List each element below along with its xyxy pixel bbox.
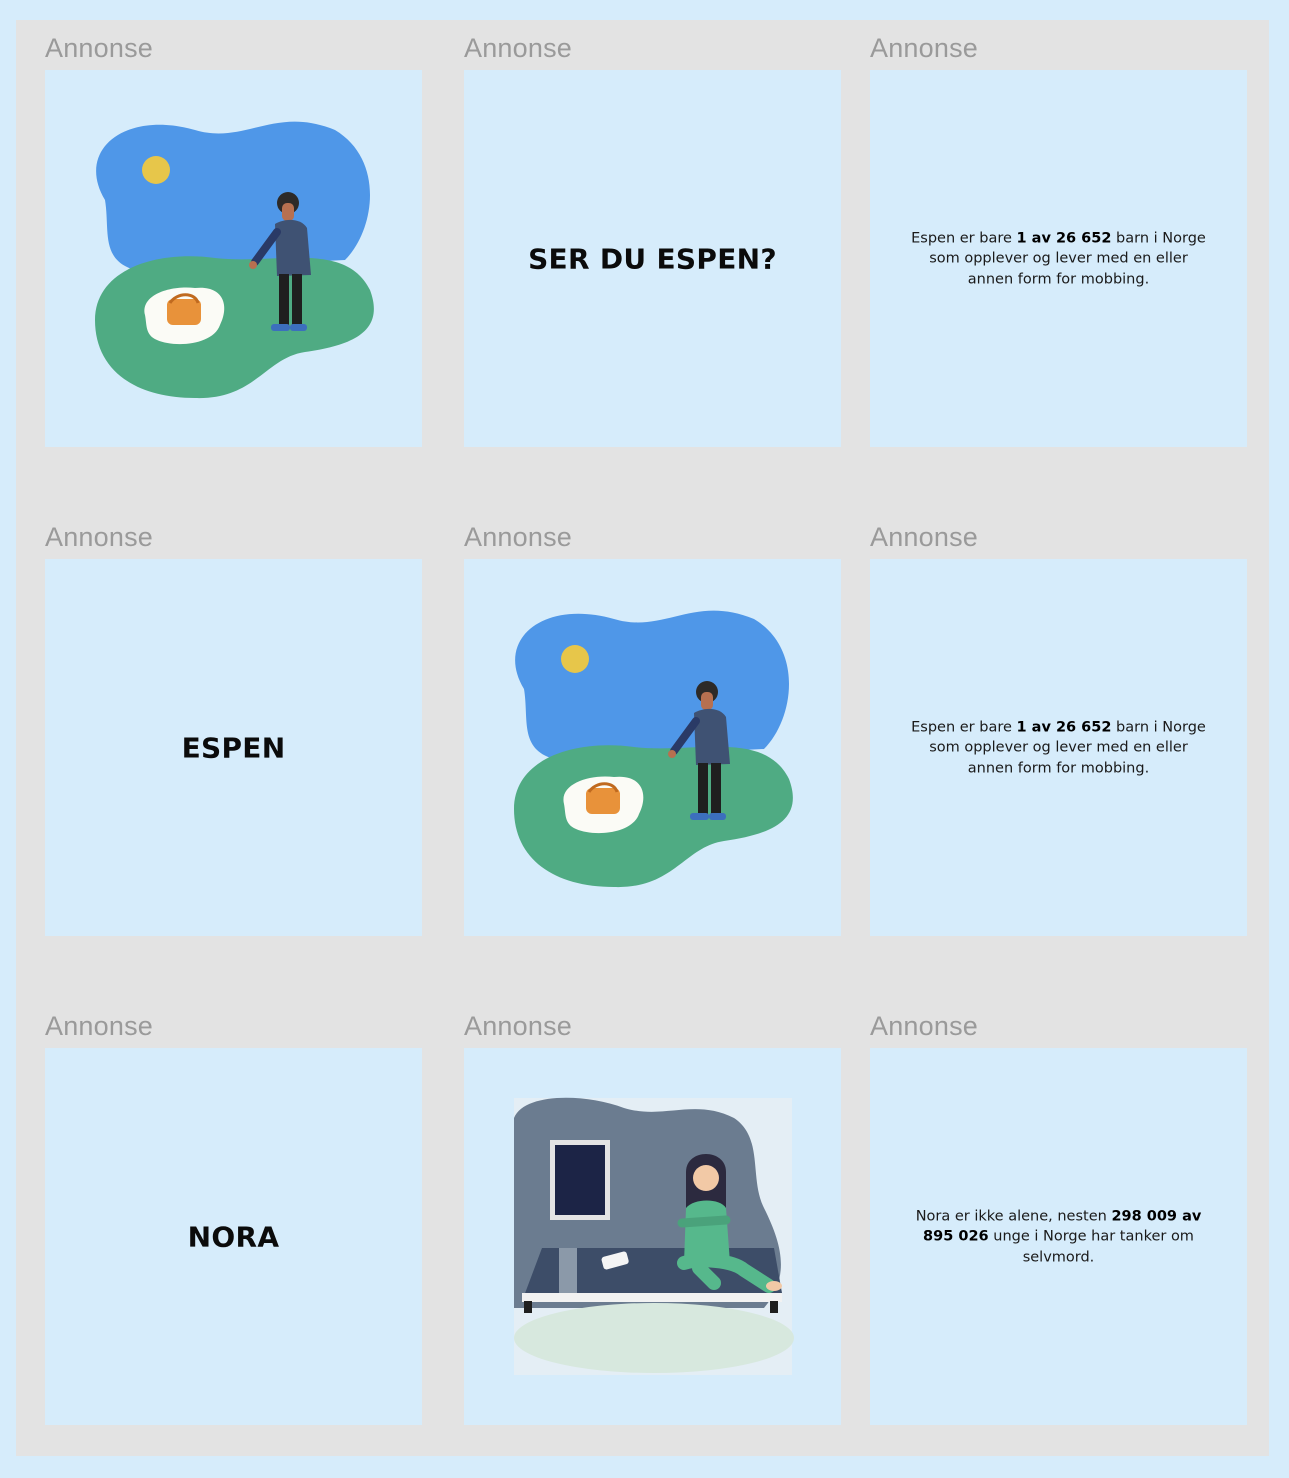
ad-card-stat[interactable]: Nora er ikke alene, nesten 298 009 av 89…	[870, 1048, 1247, 1425]
ad-label: Annonse	[45, 33, 153, 63]
boy-in-park-with-bag-illustration	[514, 610, 793, 888]
ad-card-image[interactable]	[464, 559, 841, 936]
ad-stat-text: Espen er bare 1 av 26 652 barn i Norge s…	[911, 718, 1206, 776]
ad-stat-text: Espen er bare 1 av 26 652 barn i Norge s…	[911, 229, 1206, 287]
ad-label: Annonse	[45, 1011, 153, 1041]
ad-card-image[interactable]	[45, 70, 422, 447]
girl-on-bed-at-night-illustration	[514, 1097, 794, 1375]
ad-stat-text: Nora er ikke alene, nesten 298 009 av 89…	[915, 1207, 1202, 1265]
ad-label: Annonse	[870, 522, 978, 552]
ad-card-image[interactable]	[464, 1048, 841, 1425]
ad-label: Annonse	[870, 33, 978, 63]
ad-card-stat[interactable]: Espen er bare 1 av 26 652 barn i Norge s…	[870, 70, 1247, 447]
ad-card-headline[interactable]: NORA	[45, 1048, 422, 1425]
ad-stat-highlight: 1 av 26 652	[1016, 229, 1112, 246]
ad-label: Annonse	[870, 1011, 978, 1041]
ad-headline: NORA	[187, 1220, 280, 1253]
ad-headline: ESPEN	[181, 731, 286, 764]
ad-label: Annonse	[45, 522, 153, 552]
ad-card-headline[interactable]: ESPEN	[45, 559, 422, 936]
ad-card-headline[interactable]: SER DU ESPEN?	[464, 70, 841, 447]
ad-card-stat[interactable]: Espen er bare 1 av 26 652 barn i Norge s…	[870, 559, 1247, 936]
ad-stat-highlight: 1 av 26 652	[1016, 718, 1112, 735]
ad-label: Annonse	[464, 522, 572, 552]
boy-in-park-with-bag-illustration	[95, 121, 374, 399]
ad-grid: Annonse Annonse SER DU ESPEN? Annonse Es…	[16, 20, 1269, 1456]
ad-headline: SER DU ESPEN?	[528, 242, 777, 275]
ad-label: Annonse	[464, 33, 572, 63]
ad-label: Annonse	[464, 1011, 572, 1041]
